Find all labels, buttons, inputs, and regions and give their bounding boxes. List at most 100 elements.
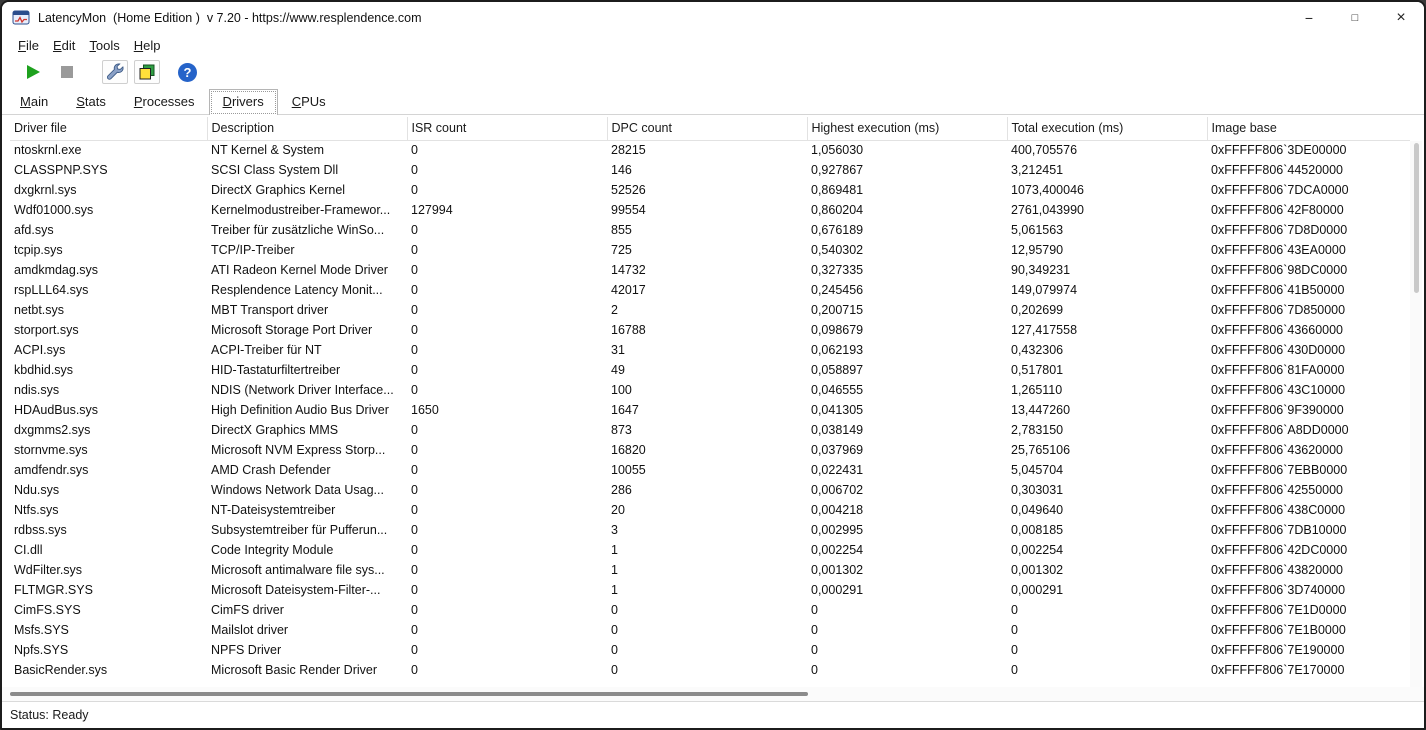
table-row[interactable]: HDAudBus.sys High Definition Audio Bus Dr… — [10, 400, 1410, 420]
table-cell: 0xFFFFF806`98DC0000 — [1211, 263, 1348, 277]
table-cell: 0xFFFFF806`42DC0000 — [1211, 543, 1348, 557]
column-header-driver-file[interactable]: Driver file — [10, 117, 208, 141]
table-cell: 0,432306 — [1011, 343, 1064, 357]
table-cell: CimFS driver — [211, 603, 284, 617]
table-row[interactable]: netbt.sys MBT Transport driver 0 2 0,200715 0… — [10, 300, 1410, 320]
table-row[interactable]: Msfs.SYS Mailslot driver 0 0 0 0 0xFFFFF806`7E… — [10, 620, 1410, 640]
horizontal-scrollbar[interactable] — [2, 687, 1424, 701]
table-cell: NPFS Driver — [211, 643, 282, 657]
table-row[interactable]: Npfs.SYS NPFS Driver 0 0 0 0 0xFFFFF806`7E1900… — [10, 640, 1410, 660]
title-bar[interactable]: LatencyMon (Home Edition ) v 7.20 - http… — [2, 2, 1424, 34]
table-cell: 0 — [611, 643, 618, 657]
table-row[interactable]: CLASSPNP.SYS SCSI Class System Dll 0 146 0,9… — [10, 160, 1410, 180]
menu-bar: File Edit Tools Help — [2, 34, 1424, 56]
table-cell: 0xFFFFF806`430D0000 — [1211, 343, 1346, 357]
table-cell: 0,058897 — [811, 363, 864, 377]
table-cell: 855 — [611, 223, 632, 237]
table-cell: 0,860204 — [811, 203, 864, 217]
table-row[interactable]: Ndu.sys Windows Network Data Usag... 0 286 0… — [10, 480, 1410, 500]
table-cell: 0xFFFFF806`43660000 — [1211, 323, 1344, 337]
table-row[interactable]: rdbss.sys Subsystemtreiber für Pufferun..… — [10, 520, 1410, 540]
table-row[interactable]: Wdf01000.sys Kernelmodustreiber-Framewor.… — [10, 200, 1410, 220]
tab-drivers[interactable]: Drivers — [208, 89, 278, 115]
minimize-button[interactable]: − — [1286, 2, 1332, 34]
table-cell: 49 — [611, 363, 625, 377]
table-row[interactable]: stornvme.sys Microsoft NVM Express Storp.… — [10, 440, 1410, 460]
menu-tools[interactable]: Tools — [82, 36, 126, 55]
table-cell: 146 — [611, 163, 632, 177]
stop-monitor-button[interactable] — [54, 60, 80, 84]
table-cell: 0xFFFFF806`43EA0000 — [1211, 243, 1346, 257]
menu-file[interactable]: File — [11, 36, 46, 55]
table-row[interactable]: CimFS.SYS CimFS driver 0 0 0 0 0xFFFFF806`7E1D… — [10, 600, 1410, 620]
table-row[interactable]: amdfendr.sys AMD Crash Defender 0 10055 0,02… — [10, 460, 1410, 480]
table-cell: 90,349231 — [1011, 263, 1071, 277]
table-cell: kbdhid.sys — [14, 363, 74, 377]
table-cell: 0 — [1011, 643, 1018, 657]
table-row[interactable]: ndis.sys NDIS (Network Driver Interface..… — [10, 380, 1410, 400]
options-button[interactable] — [102, 60, 128, 84]
start-monitor-button[interactable] — [20, 60, 46, 84]
column-header-image-base[interactable]: Image base — [1207, 117, 1410, 141]
table-row[interactable]: afd.sys Treiber für zusätzliche WinSo... 0… — [10, 220, 1410, 240]
table-row[interactable]: FLTMGR.SYS Microsoft Dateisystem-Filter-.… — [10, 580, 1410, 600]
table-cell: tcpip.sys — [14, 243, 63, 257]
tab-main[interactable]: Main — [6, 89, 62, 114]
table-cell: HDAudBus.sys — [14, 403, 99, 417]
tab-stats[interactable]: Stats — [62, 89, 120, 114]
table-cell: 0,540302 — [811, 243, 864, 257]
table-row[interactable]: kbdhid.sys HID-Tastaturfiltertreiber 0 49 0,… — [10, 360, 1410, 380]
table-cell: 31 — [611, 343, 625, 357]
column-header-total-execution[interactable]: Total execution (ms) — [1007, 117, 1208, 141]
table-cell: 0,037969 — [811, 443, 864, 457]
tab-cpus[interactable]: CPUs — [278, 89, 340, 114]
vertical-scrollbar-thumb[interactable] — [1414, 143, 1419, 293]
close-button[interactable]: × — [1378, 2, 1424, 34]
horizontal-scrollbar-thumb[interactable] — [10, 692, 808, 696]
column-header-description[interactable]: Description — [207, 117, 408, 141]
status-bar: Status: Ready — [2, 701, 1424, 728]
table-cell: 0,004218 — [811, 503, 864, 517]
table-row[interactable]: dxgmms2.sys DirectX Graphics MMS 0 873 0,038… — [10, 420, 1410, 440]
table-cell: 0 — [811, 623, 818, 637]
column-header-dpc-count[interactable]: DPC count — [607, 117, 808, 141]
table-row[interactable]: tcpip.sys TCP/IP-Treiber 0 725 0,540302 12,95… — [10, 240, 1410, 260]
tab-processes[interactable]: Processes — [120, 89, 209, 114]
menu-help[interactable]: Help — [127, 36, 168, 55]
vertical-scrollbar[interactable] — [1410, 141, 1422, 687]
table-row[interactable]: storport.sys Microsoft Storage Port Drive… — [10, 320, 1410, 340]
table-cell: Code Integrity Module — [211, 543, 334, 557]
driver-table-body: ntoskrnl.exe NT Kernel & System 0 28215 1,05… — [10, 140, 1410, 680]
table-cell: 127,417558 — [1011, 323, 1078, 337]
help-button[interactable]: ? — [178, 62, 197, 82]
report-button[interactable] — [134, 60, 160, 84]
table-cell: 0 — [1011, 603, 1018, 617]
table-cell: 0 — [411, 483, 418, 497]
menu-edit[interactable]: Edit — [46, 36, 82, 55]
table-cell: 0 — [411, 623, 418, 637]
column-header-highest-execution[interactable]: Highest execution (ms) — [807, 117, 1008, 141]
table-row[interactable]: Ntfs.sys NT-Dateisystemtreiber 0 20 0,004218… — [10, 500, 1410, 520]
table-cell: 0 — [411, 343, 418, 357]
table-row[interactable]: ntoskrnl.exe NT Kernel & System 0 28215 1,05… — [10, 140, 1410, 160]
table-row[interactable]: WdFilter.sys Microsoft antimalware file s… — [10, 560, 1410, 580]
maximize-button[interactable]: □ — [1332, 2, 1378, 34]
table-row[interactable]: dxgkrnl.sys DirectX Graphics Kernel 0 52526… — [10, 180, 1410, 200]
table-cell: ATI Radeon Kernel Mode Driver — [211, 263, 388, 277]
table-cell: 0xFFFFF806`42550000 — [1211, 483, 1344, 497]
table-cell: 0xFFFFF806`43C10000 — [1211, 383, 1346, 397]
table-row[interactable]: CI.dll Code Integrity Module 0 1 0,002254 0,0… — [10, 540, 1410, 560]
table-cell: 0xFFFFF806`43820000 — [1211, 563, 1344, 577]
app-icon[interactable] — [12, 9, 30, 27]
table-cell: CimFS.SYS — [14, 603, 81, 617]
column-header-isr-count[interactable]: ISR count — [407, 117, 608, 141]
table-cell: ndis.sys — [14, 383, 60, 397]
table-cell: Msfs.SYS — [14, 623, 69, 637]
table-cell: 0,049640 — [1011, 503, 1064, 517]
table-row[interactable]: rspLLL64.sys Resplendence Latency Monit..… — [10, 280, 1410, 300]
table-row[interactable]: ACPI.sys ACPI-Treiber für NT 0 31 0,062193 0,… — [10, 340, 1410, 360]
table-cell: 0 — [611, 663, 618, 677]
table-row[interactable]: amdkmdag.sys ATI Radeon Kernel Mode Drive… — [10, 260, 1410, 280]
table-row[interactable]: BasicRender.sys Microsoft Basic Render Dr… — [10, 660, 1410, 680]
table-cell: 149,079974 — [1011, 283, 1078, 297]
